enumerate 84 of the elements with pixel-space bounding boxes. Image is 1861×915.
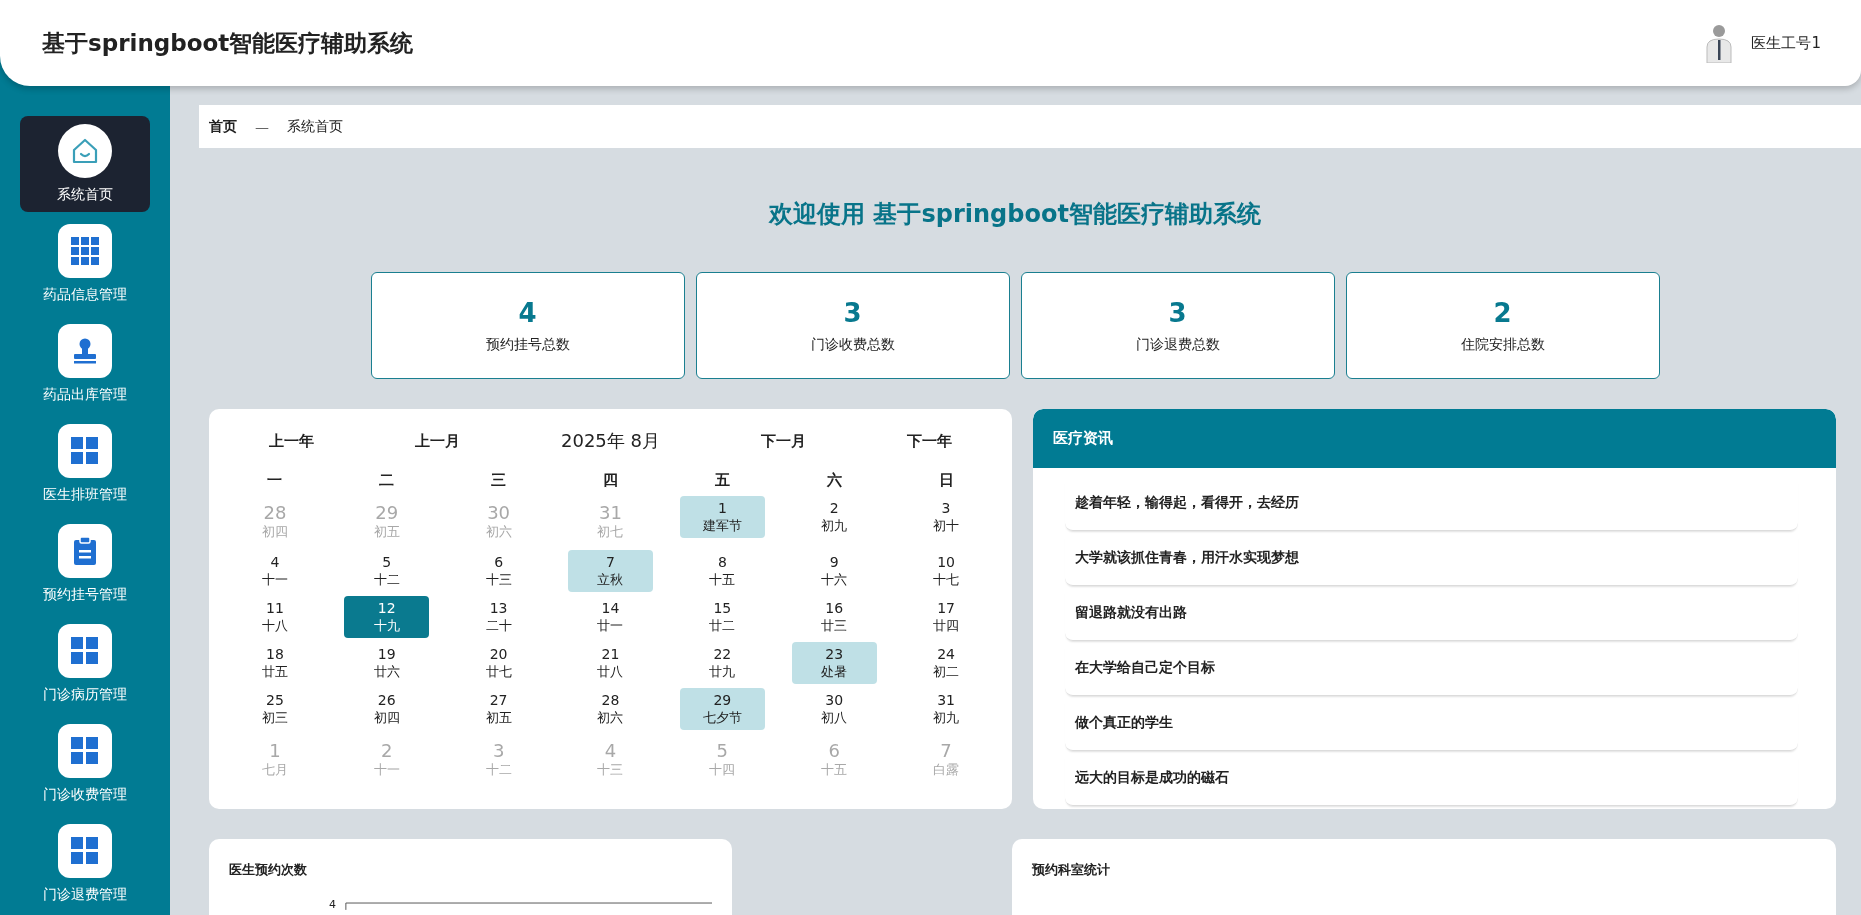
app-title: 基于springboot智能医疗辅助系统 [42,28,414,58]
calendar-day[interactable]: 1 建军节 [679,496,765,538]
calendar-day[interactable]: 11 十八 [232,596,318,638]
news-item[interactable]: 趁着年轻，输得起，看得开，去经历 [1065,476,1798,531]
weekday-label: 一 [266,471,284,490]
calendar-day[interactable]: 4 十一 [232,550,318,592]
stat-value: 3 [1168,297,1187,328]
calendar-day[interactable]: 29 七夕节 [679,688,765,730]
stat-value: 4 [518,297,537,328]
sidebar-item[interactable]: 药品出库管理 [20,316,150,412]
news-item[interactable]: 留退路就没有出路 [1065,586,1798,641]
calendar-day[interactable]: 18 廿五 [232,642,318,684]
home-icon [70,136,100,166]
weekday-label: 五 [713,471,731,490]
grid-icon [71,737,99,765]
calendar-day[interactable]: 19 廿六 [344,642,430,684]
weekday-label: 三 [490,471,508,490]
news-item[interactable]: 大学就该抓住青春，用汗水实现梦想 [1065,531,1798,586]
next-month-button[interactable]: 下一月 [760,431,806,451]
news-item[interactable]: 在大学给自己定个目标 [1065,641,1798,696]
calendar-month: 2025年 8月 [561,429,660,453]
news-item[interactable]: 做个真正的学生 [1065,696,1798,751]
weekday-label: 四 [602,471,619,490]
calendar-day[interactable]: 25 初三 [232,688,318,730]
calendar-day[interactable]: 8 十五 [679,550,765,592]
chart-title: 医生预约次数 [229,861,308,879]
sidebar-item[interactable]: 门诊退费管理 [20,816,150,912]
sidebar-item[interactable]: 预约挂号管理 [20,516,150,612]
sidebar-item[interactable]: 药品信息管理 [20,216,150,312]
breadcrumb-separator: — [255,118,269,135]
calendar-day[interactable]: 16 廿三 [791,596,877,638]
news-item[interactable]: 远大的目标是成功的磁石 [1065,751,1798,806]
calendar-day[interactable]: 13 二十 [456,596,542,638]
avatar-icon [1705,23,1734,63]
grid-icon [71,237,99,265]
calendar-day[interactable]: 10 十七 [903,550,989,592]
calendar-day[interactable]: 5 十二 [344,550,430,592]
user-name[interactable]: 医生工号1 [1751,33,1821,53]
calendar-day[interactable]: 3 初十 [903,496,989,538]
calendar-day[interactable]: 27 初五 [456,688,542,730]
sidebar-item[interactable]: 门诊病历管理 [20,616,150,712]
calendar-day[interactable]: 14 廿一 [568,596,653,638]
calendar-day[interactable]: 15 廿二 [679,596,765,638]
breadcrumb-current: 系统首页 [287,117,343,136]
stamp-icon [71,337,99,365]
sidebar-item[interactable]: 系统首页 [20,116,150,212]
stat-value: 3 [843,297,862,328]
calendar-day[interactable]: 12 十九 [344,596,430,638]
grid-icon [71,837,99,865]
calendar-day[interactable]: 7 立秋 [568,550,653,592]
news-header: 医疗资讯 [1033,409,1836,468]
clipboard-icon [72,536,98,566]
grid-icon [71,437,99,465]
breadcrumb-link[interactable]: 首页 [209,117,237,136]
calendar-day[interactable]: 31 初九 [903,688,989,730]
calendar-day[interactable]: 22 廿九 [679,642,765,684]
calendar-day[interactable]: 24 初二 [903,642,989,684]
calendar-day[interactable]: 30 初八 [791,688,877,730]
prev-month-button[interactable]: 上一月 [415,431,461,451]
calendar-day[interactable]: 28 初六 [568,688,653,730]
welcome-heading: 欢迎使用 基于springboot智能医疗辅助系统 [767,199,1262,230]
calendar-day[interactable]: 17 廿四 [903,596,989,638]
calendar-day[interactable]: 26 初四 [344,688,430,730]
prev-year-button[interactable]: 上一年 [269,431,315,451]
grid-icon [71,637,99,665]
calendar-day[interactable]: 20 廿七 [456,642,542,684]
sidebar-item[interactable]: 医生排班管理 [20,416,150,512]
stat-label: 预约挂号总数 [485,335,570,354]
stat-label: 门诊退费总数 [1135,335,1220,354]
calendar-day[interactable]: 9 十六 [791,550,877,592]
sidebar-item[interactable]: 门诊收费管理 [20,716,150,812]
calendar-day[interactable]: 23 处暑 [791,642,877,684]
calendar-day[interactable]: 21 廿八 [568,642,653,684]
stat-label: 门诊收费总数 [810,335,895,354]
calendar-day[interactable]: 6 十三 [456,550,542,592]
axis-tick-label: 4 [329,898,336,911]
stat-label: 住院安排总数 [1460,335,1545,354]
calendar-day[interactable]: 2 初九 [791,496,877,538]
weekday-label: 二 [378,471,396,490]
weekday-label: 六 [825,471,843,490]
weekday-label: 日 [937,471,955,490]
chart-title: 预约科室统计 [1032,861,1111,879]
stat-value: 2 [1493,297,1512,328]
next-year-button[interactable]: 下一年 [906,431,952,451]
